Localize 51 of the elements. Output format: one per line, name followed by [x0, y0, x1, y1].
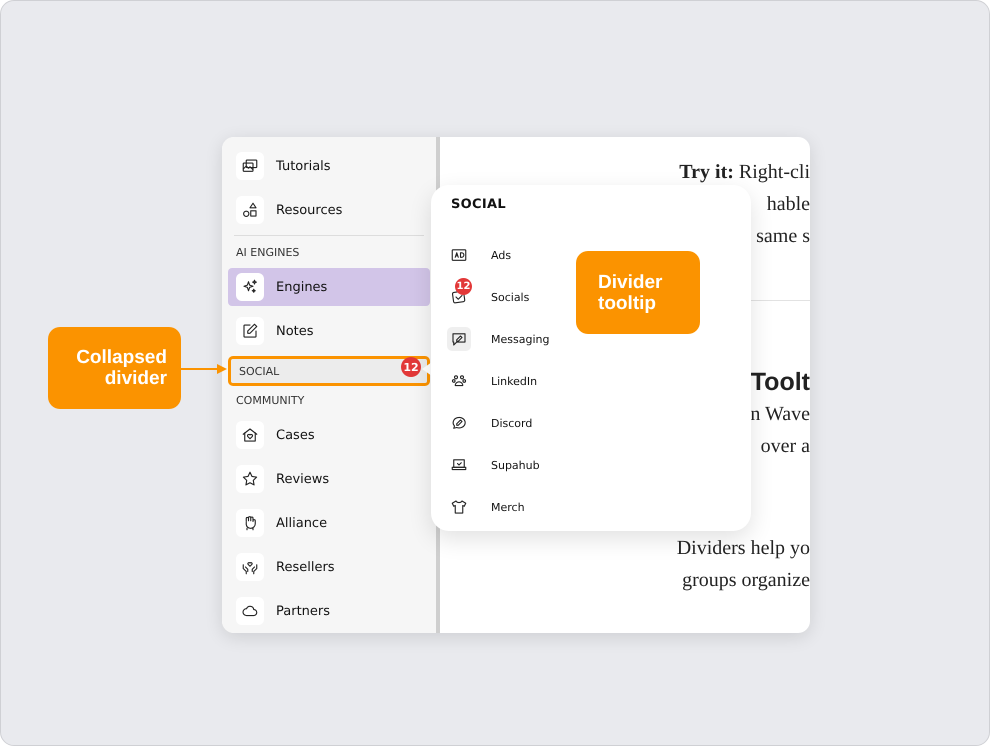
text-line: groups organize — [682, 569, 810, 591]
item-label: Tutorials — [276, 158, 331, 174]
sidebar-item[interactable]: Tutorials — [228, 147, 430, 185]
tooltip-item[interactable]: Ads — [491, 248, 512, 262]
house-heart-icon — [241, 426, 259, 444]
tooltip-item[interactable]: Messaging — [491, 332, 550, 346]
item-label: Resellers — [276, 560, 335, 574]
callout-arrow — [181, 363, 227, 375]
item-label: Alliance — [276, 516, 328, 530]
item-label: Engines — [276, 280, 328, 294]
text-line: n Wave — [750, 403, 810, 425]
count-badge: 12 — [401, 357, 421, 377]
sidebar-item[interactable]: Partners — [228, 592, 430, 630]
divider-label: SOCIAL — [239, 364, 280, 378]
tooltip-title: SOCIAL — [451, 197, 507, 212]
star-icon — [241, 470, 259, 488]
text-line: Try it: Right-cli — [679, 161, 810, 183]
count-badge: 12 — [455, 278, 472, 295]
item-label: Partners — [276, 604, 330, 618]
section-heading: Toolt — [750, 368, 810, 396]
text-line: over a — [760, 435, 810, 457]
section-header: AI ENGINES — [235, 245, 300, 261]
tooltip-item[interactable]: Discord — [491, 416, 532, 430]
sidebar-item[interactable]: Cases — [228, 416, 430, 454]
item-label: Notes — [276, 324, 314, 338]
ad-sign-icon — [450, 246, 468, 264]
edit-icon — [241, 322, 259, 340]
section-header: COMMUNITY — [235, 393, 306, 409]
item-label: Cases — [276, 428, 315, 442]
sidebar-item[interactable]: Alliance — [228, 504, 430, 542]
callout-label: Divider tooltip — [576, 251, 700, 334]
text-line: same s — [756, 225, 810, 247]
callout-label: Collapsed divider — [48, 327, 181, 409]
tooltip-item[interactable]: Merch — [491, 500, 525, 514]
text-line: Dividers help yo — [676, 537, 810, 559]
item-label: Reviews — [276, 472, 330, 486]
tooltip-item[interactable]: Socials — [491, 290, 530, 304]
sidebar-item[interactable]: Engines — [228, 268, 430, 306]
shapes-icon — [241, 201, 259, 219]
sidebar-item[interactable]: Resources — [228, 191, 430, 229]
sidebar-item[interactable]: Resellers — [228, 548, 430, 586]
tooltip-item[interactable]: Supahub — [491, 458, 540, 472]
sparkles-icon — [241, 278, 259, 296]
tooltip-item[interactable]: LinkedIn — [491, 374, 538, 388]
item-label: Resources — [276, 202, 342, 218]
image-gallery-icon — [241, 157, 259, 175]
sidebar-item[interactable]: Notes — [228, 312, 430, 350]
sidebar-item[interactable]: Reviews — [228, 460, 430, 498]
chat-bubble-icon — [450, 414, 468, 432]
t-shirt-icon — [450, 498, 468, 516]
text-line: hable — [766, 193, 810, 215]
